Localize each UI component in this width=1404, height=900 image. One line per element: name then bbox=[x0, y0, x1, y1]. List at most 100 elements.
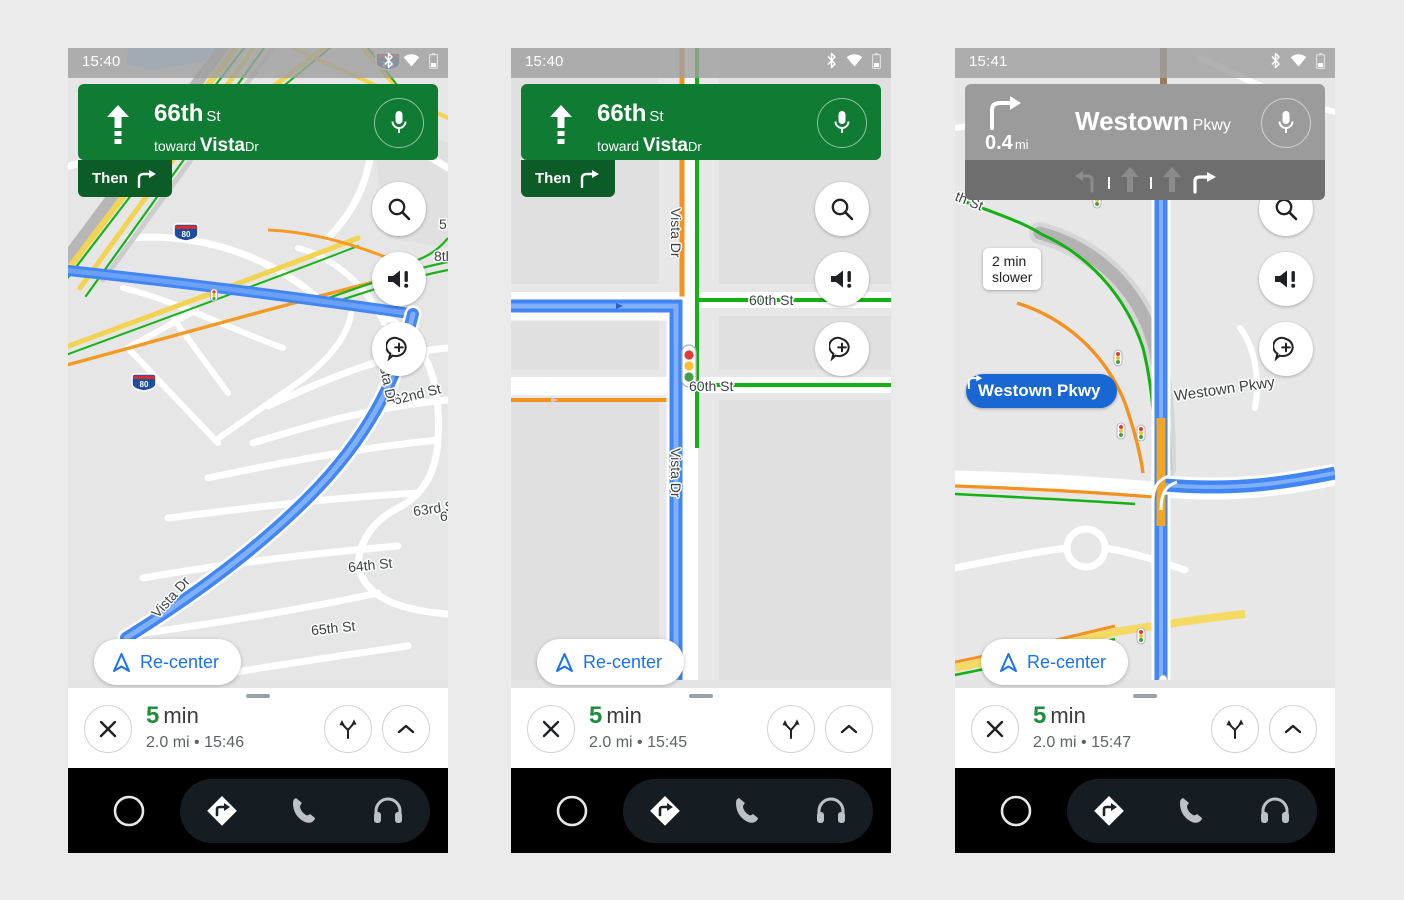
nav-app-button-3[interactable] bbox=[1081, 783, 1137, 839]
chevron-up-icon bbox=[840, 724, 858, 734]
close-navigation-button-3[interactable] bbox=[971, 705, 1019, 753]
maps-diamond-icon bbox=[206, 795, 237, 826]
lane-guidance-strip bbox=[965, 160, 1325, 200]
phone-app-button-2[interactable] bbox=[720, 783, 776, 839]
status-icons bbox=[383, 52, 438, 69]
recenter-button-3[interactable]: Re-center bbox=[981, 639, 1129, 685]
expand-sheet-button-3[interactable] bbox=[1269, 705, 1317, 753]
nav-app-button-1[interactable] bbox=[194, 783, 250, 839]
turn-right-icon bbox=[990, 96, 1021, 130]
recenter-button-2[interactable]: Re-center bbox=[537, 639, 685, 685]
svg-text:80: 80 bbox=[182, 230, 191, 239]
home-button-2[interactable] bbox=[539, 778, 605, 844]
app-switcher-pill-3[interactable] bbox=[1067, 778, 1317, 843]
media-app-button-1[interactable] bbox=[360, 783, 416, 839]
navigation-arrow-icon bbox=[1000, 652, 1017, 672]
callout-line2: slower bbox=[992, 269, 1033, 286]
straight-arrow-icon bbox=[107, 105, 129, 144]
phone-screen-3: 2 min slower Westown Pkwy th St Westown … bbox=[955, 48, 1335, 853]
home-button-1[interactable] bbox=[96, 778, 162, 844]
expand-sheet-button-2[interactable] bbox=[825, 705, 873, 753]
microphone-icon bbox=[1278, 111, 1294, 133]
slower-route-callout[interactable]: 2 min slower bbox=[983, 248, 1042, 291]
mute-alerts-button-1[interactable] bbox=[372, 252, 426, 306]
expand-sheet-button-1[interactable] bbox=[382, 705, 430, 753]
home-circle-icon bbox=[113, 795, 145, 826]
eta-sheet-2[interactable]: 5 min 2.0 mi • 15:45 bbox=[511, 688, 891, 768]
voice-mic-button-3[interactable] bbox=[1261, 98, 1311, 148]
nav-app-button-2[interactable] bbox=[637, 783, 693, 839]
headphones-icon bbox=[1261, 797, 1290, 823]
microphone-icon bbox=[834, 111, 850, 133]
app-switcher-pill-2[interactable] bbox=[623, 778, 873, 843]
nav-distance-3: 0.4 mi bbox=[985, 132, 1029, 154]
mute-alerts-button-2[interactable] bbox=[815, 252, 869, 306]
alternate-routes-icon bbox=[1226, 719, 1244, 739]
turn-right-icon bbox=[580, 169, 599, 188]
close-icon bbox=[986, 720, 1004, 738]
system-nav-bar-3[interactable] bbox=[955, 768, 1335, 853]
home-button-3[interactable] bbox=[983, 778, 1049, 844]
nav-instruction-card-2[interactable]: 66th St toward VistaDr bbox=[521, 84, 881, 160]
recenter-button-1[interactable]: Re-center bbox=[94, 639, 242, 685]
status-icons bbox=[1270, 52, 1325, 69]
sheet-grabber[interactable] bbox=[246, 694, 270, 698]
nav-instruction-card-1[interactable]: 66th St toward VistaDr bbox=[78, 84, 438, 160]
alternate-routes-button-1[interactable] bbox=[324, 705, 372, 753]
battery-icon bbox=[429, 52, 438, 69]
alternate-routes-button-2[interactable] bbox=[767, 705, 815, 753]
system-nav-bar-2[interactable] bbox=[511, 768, 891, 853]
status-bar-2: 15:40 bbox=[511, 48, 891, 78]
alternate-routes-icon bbox=[782, 719, 800, 739]
eta-detail-1: 2.0 mi • 15:46 bbox=[146, 734, 245, 751]
then-chip-1: Then bbox=[78, 160, 172, 197]
wifi-icon bbox=[1290, 54, 1307, 67]
close-navigation-button-2[interactable] bbox=[527, 705, 575, 753]
map-label-8th: 8th bbox=[434, 248, 448, 264]
voice-mic-button-2[interactable] bbox=[817, 98, 867, 148]
nav-primary-text-2: 66th St bbox=[597, 100, 664, 127]
alternate-routes-button-3[interactable] bbox=[1211, 705, 1259, 753]
speaker-alert-icon bbox=[388, 270, 409, 288]
bluetooth-icon bbox=[384, 52, 393, 69]
speaker-alert-icon bbox=[831, 270, 852, 288]
chevron-up-icon bbox=[397, 724, 415, 734]
chevron-up-icon bbox=[1284, 724, 1302, 734]
lane-divider bbox=[1108, 177, 1110, 189]
eta-sheet-3[interactable]: 5 min 2.0 mi • 15:47 bbox=[955, 688, 1335, 768]
sheet-grabber[interactable] bbox=[689, 694, 713, 698]
then-label: Then bbox=[535, 170, 571, 187]
microphone-icon bbox=[391, 111, 407, 133]
home-circle-icon bbox=[556, 795, 588, 826]
search-button-2[interactable] bbox=[815, 182, 869, 236]
route-label-westown-pkwy[interactable]: Westown Pkwy bbox=[966, 374, 1117, 408]
navigation-arrow-icon bbox=[113, 652, 130, 672]
eta-sheet-1[interactable]: 5 min 2.0 mi • 15:46 bbox=[68, 688, 448, 768]
media-app-button-2[interactable] bbox=[803, 783, 859, 839]
report-button-2[interactable] bbox=[815, 322, 869, 376]
sheet-grabber[interactable] bbox=[1133, 694, 1157, 698]
app-switcher-pill-1[interactable] bbox=[180, 778, 430, 843]
media-app-button-3[interactable] bbox=[1247, 783, 1303, 839]
callout-line1: 2 min bbox=[992, 253, 1027, 269]
voice-mic-button-1[interactable] bbox=[374, 98, 424, 148]
route-label-text: Westown Pkwy bbox=[978, 381, 1101, 400]
map-label-6: 6 bbox=[440, 508, 448, 524]
phone-app-button-1[interactable] bbox=[277, 783, 333, 839]
turn-right-icon bbox=[967, 374, 983, 389]
alternate-routes-icon bbox=[339, 719, 357, 739]
report-button-3[interactable] bbox=[1259, 322, 1313, 376]
wifi-icon bbox=[403, 54, 420, 67]
system-nav-bar-1[interactable] bbox=[68, 768, 448, 853]
close-navigation-button-1[interactable] bbox=[84, 705, 132, 753]
status-time: 15:40 bbox=[82, 53, 121, 70]
phone-app-button-3[interactable] bbox=[1164, 783, 1220, 839]
status-icons bbox=[826, 52, 881, 69]
report-button-1[interactable] bbox=[372, 322, 426, 376]
mute-alerts-button-3[interactable] bbox=[1259, 252, 1313, 306]
phone-screen-2: Vista Dr Vista Dr 60th St 60th St 15:40 … bbox=[511, 48, 891, 853]
svg-text:80: 80 bbox=[140, 380, 149, 389]
search-button-1[interactable] bbox=[372, 182, 426, 236]
maps-diamond-icon bbox=[649, 795, 680, 826]
nav-instruction-card-3[interactable]: 0.4 mi Westown Pkwy bbox=[965, 84, 1325, 160]
